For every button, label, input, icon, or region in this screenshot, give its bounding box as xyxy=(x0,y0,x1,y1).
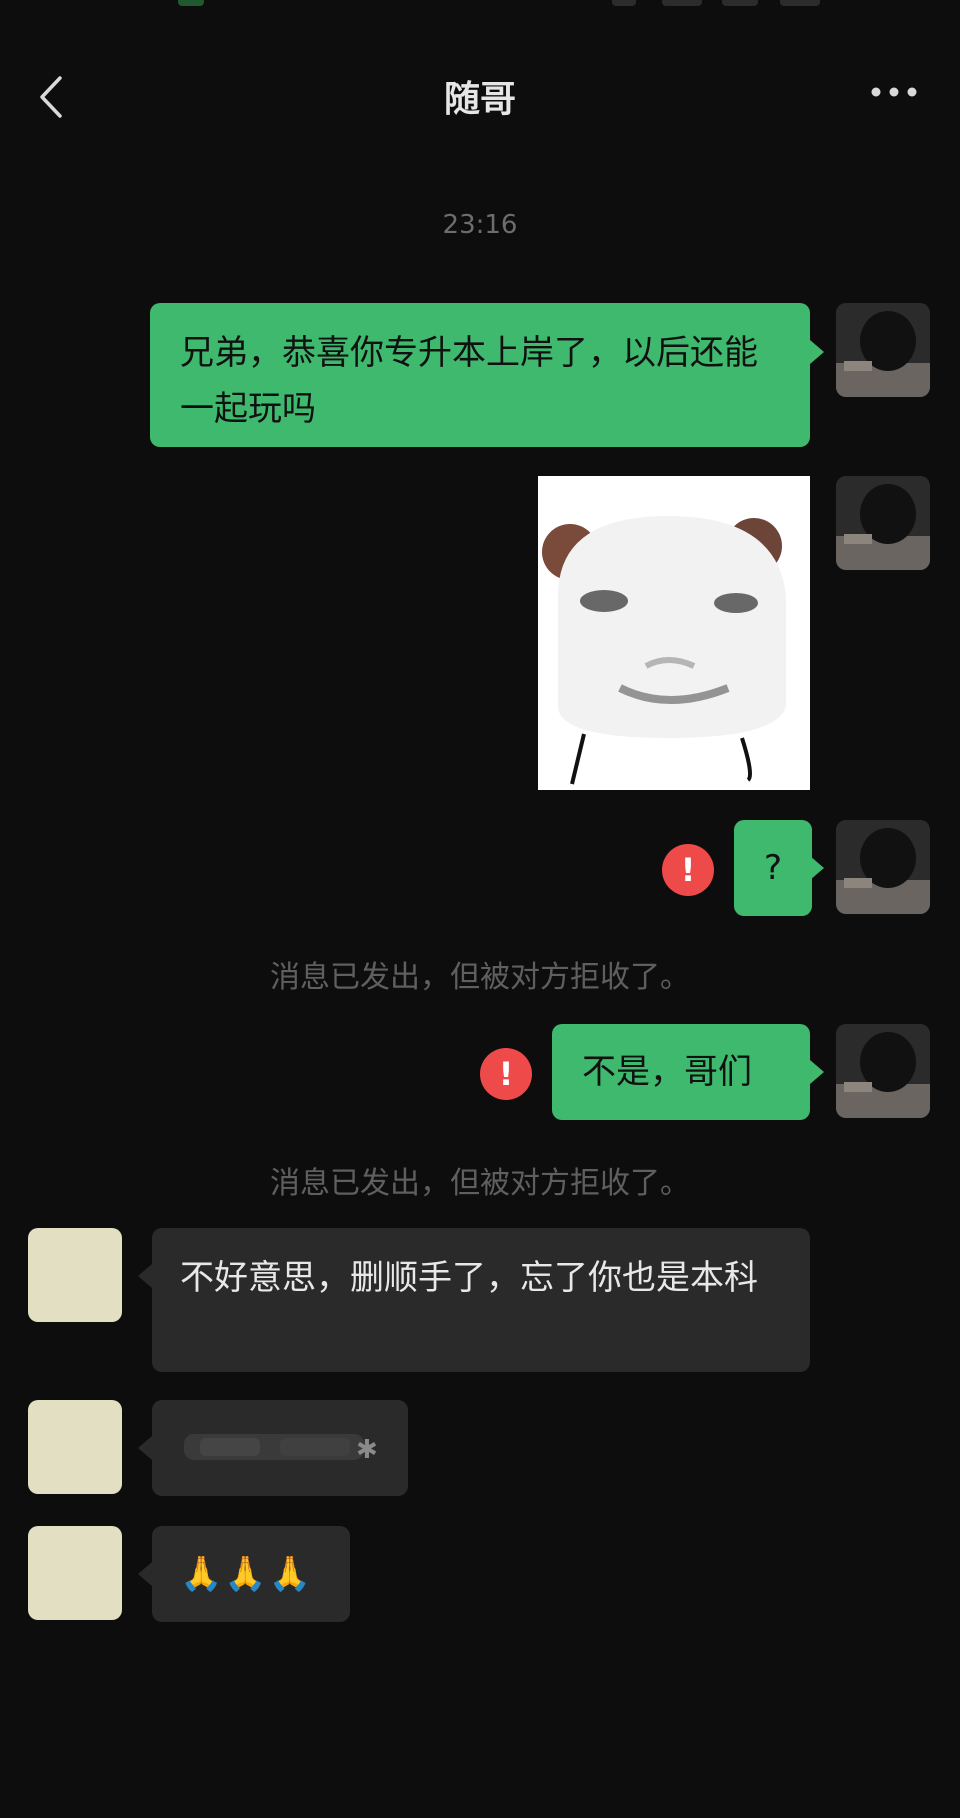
svg-text:✱: ✱ xyxy=(356,1435,378,1465)
avatar-photo-icon xyxy=(836,1024,930,1118)
received-message-bubble[interactable]: 🙏🙏🙏 xyxy=(152,1526,350,1622)
status-indicator xyxy=(612,0,636,6)
panda-face-sticker-icon xyxy=(538,476,810,790)
contact-avatar[interactable] xyxy=(28,1228,122,1322)
my-avatar[interactable] xyxy=(836,476,930,570)
bubble-tail xyxy=(138,1562,152,1586)
avatar-photo-icon xyxy=(836,476,930,570)
contact-avatar[interactable] xyxy=(28,1400,122,1494)
avatar-photo-icon xyxy=(836,303,930,397)
chat-header: 随哥 xyxy=(0,50,960,140)
contact-avatar[interactable] xyxy=(28,1526,122,1620)
sent-message-bubble[interactable]: 兄弟，恭喜你专升本上岸了，以后还能一起玩吗 xyxy=(150,303,810,447)
avatar-photo-icon xyxy=(836,820,930,914)
message-text: 不是，哥们 xyxy=(582,1052,752,1092)
status-indicator xyxy=(722,0,758,6)
status-indicator xyxy=(178,0,204,6)
redacted-text-icon: ✱ xyxy=(184,1434,378,1465)
bubble-tail xyxy=(138,1436,152,1460)
send-failed-error-icon[interactable]: ! xyxy=(480,1048,532,1100)
send-failed-error-icon[interactable]: ! xyxy=(662,844,714,896)
sent-message-bubble[interactable]: 不是，哥们 xyxy=(552,1024,810,1120)
my-avatar[interactable] xyxy=(836,820,930,914)
rejected-notice: 消息已发出，但被对方拒收了。 xyxy=(270,960,690,995)
message-text: ? xyxy=(763,848,783,888)
message-text: 不好意思，删顺手了，忘了你也是本科 xyxy=(180,1258,758,1298)
sent-message-bubble[interactable]: ? xyxy=(734,820,812,916)
bubble-tail xyxy=(138,1264,152,1288)
status-bar xyxy=(0,0,960,10)
bubble-tail xyxy=(810,1060,824,1084)
chat-title: 随哥 xyxy=(443,79,516,120)
more-icon xyxy=(871,87,917,97)
message-timestamp: 23:16 xyxy=(442,210,518,240)
received-message-bubble[interactable]: 不好意思，删顺手了，忘了你也是本科 xyxy=(152,1228,810,1372)
message-text: 兄弟，恭喜你专升本上岸了，以后还能一起玩吗 xyxy=(180,333,758,429)
message-emoji: 🙏🙏🙏 xyxy=(180,1554,314,1594)
sticker-image[interactable] xyxy=(538,476,810,790)
bubble-tail xyxy=(810,856,824,880)
status-indicator xyxy=(780,0,820,6)
my-avatar[interactable] xyxy=(836,303,930,397)
blurred-message-content: ✱ xyxy=(180,1418,380,1474)
rejected-notice: 消息已发出，但被对方拒收了。 xyxy=(270,1166,690,1201)
status-indicator xyxy=(662,0,702,6)
bubble-tail xyxy=(810,340,824,364)
my-avatar[interactable] xyxy=(836,1024,930,1118)
more-button[interactable] xyxy=(864,72,924,112)
